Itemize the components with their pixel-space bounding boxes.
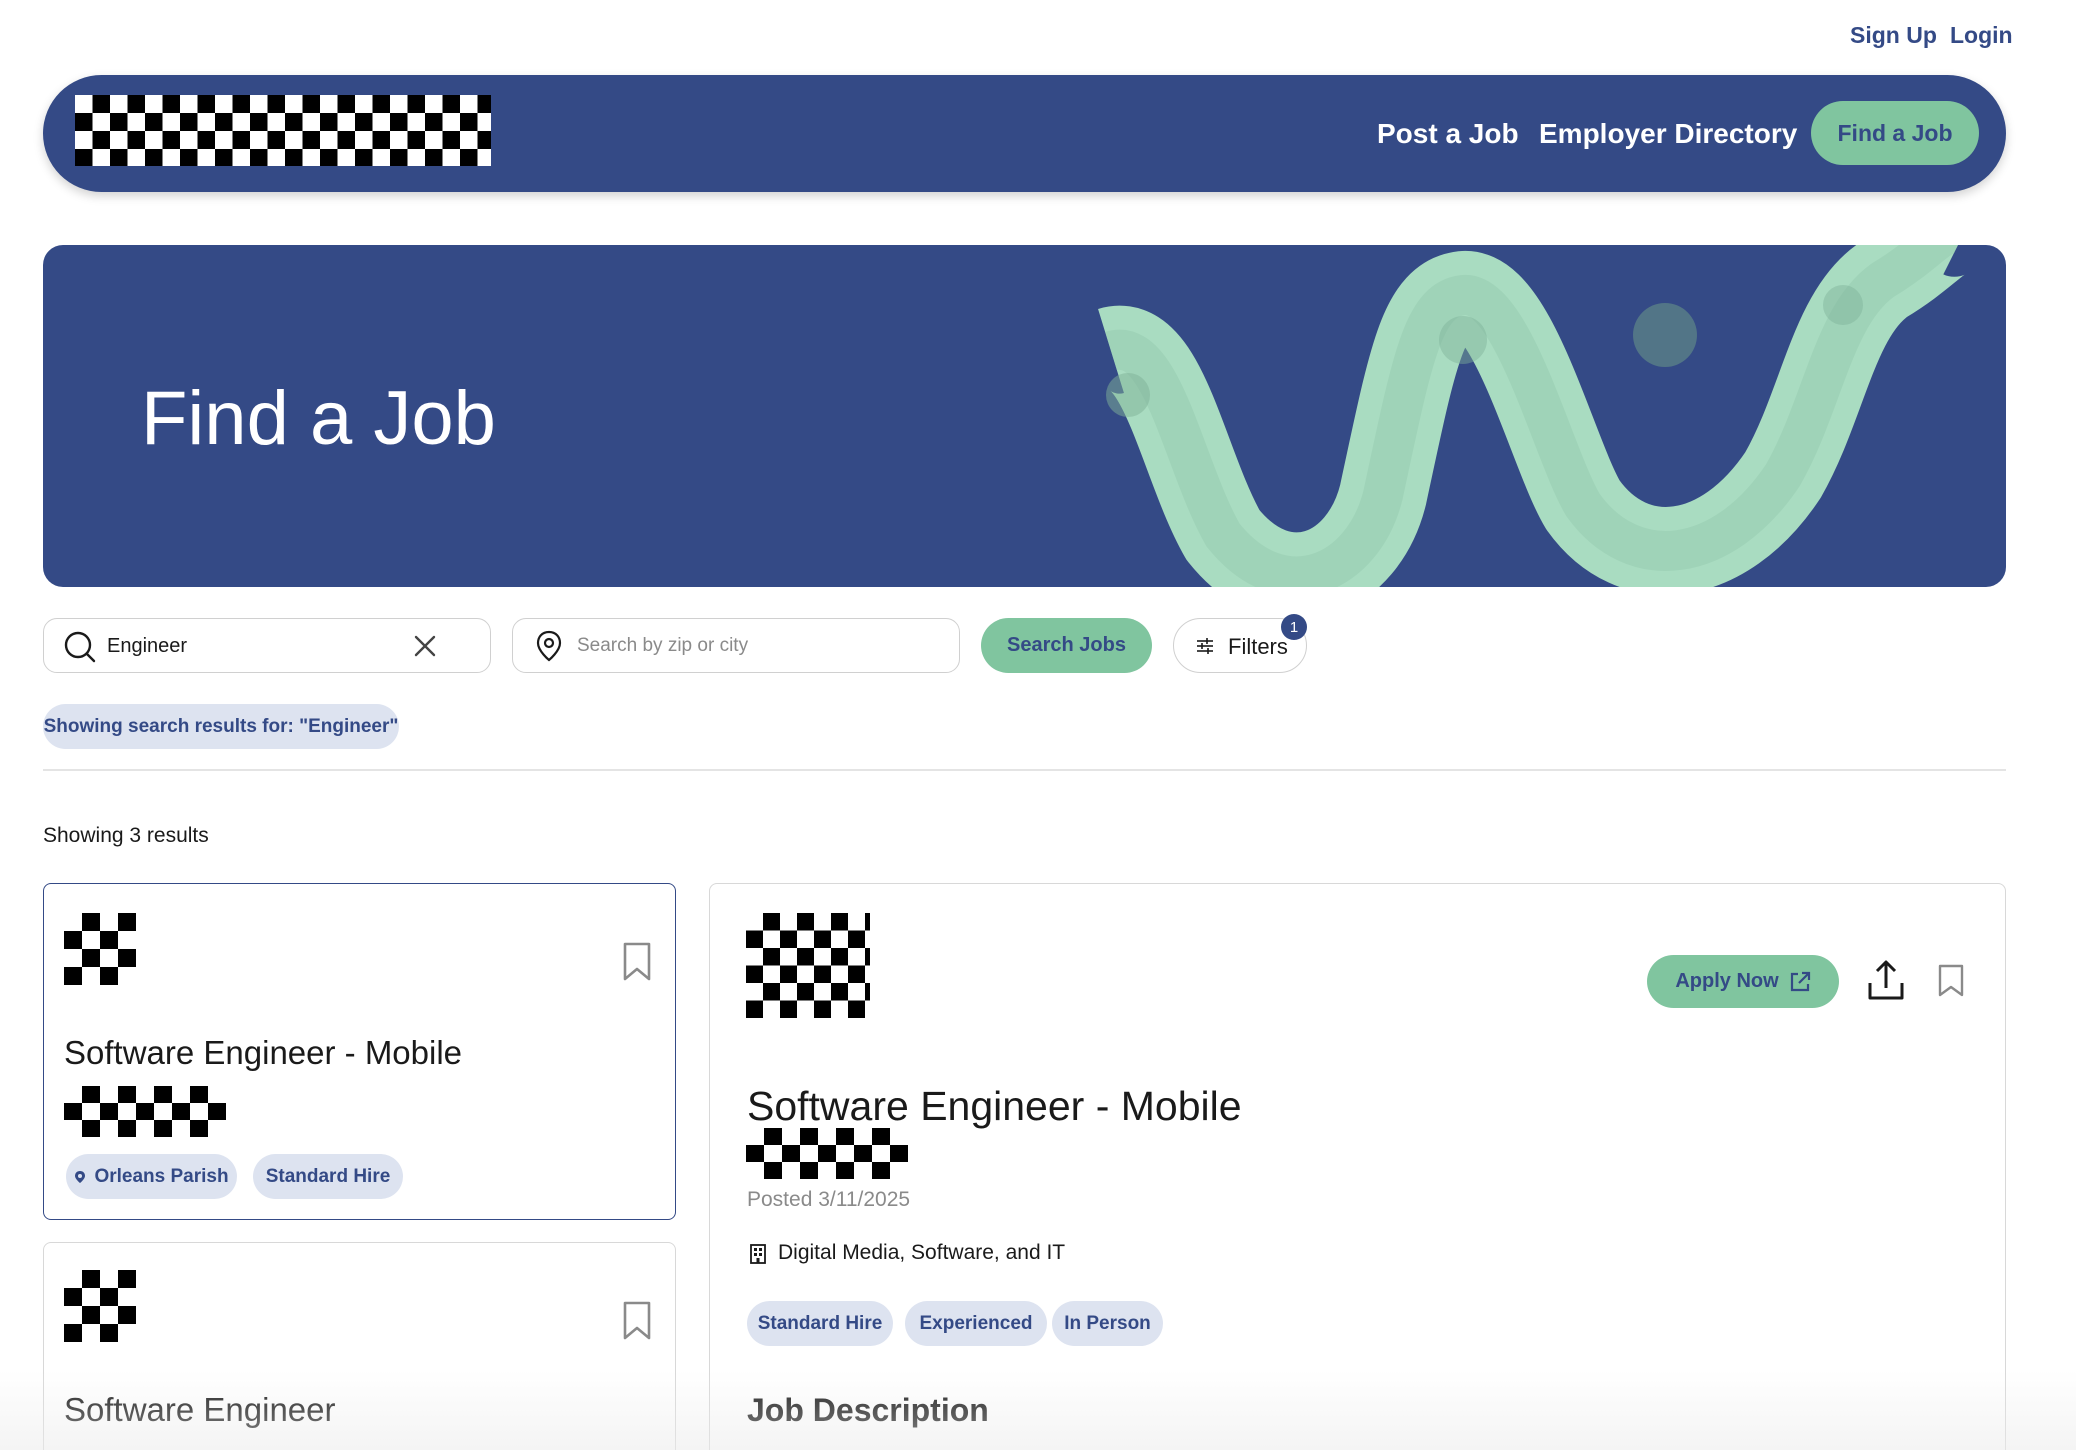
company-logo xyxy=(64,1270,136,1342)
nav-post-job[interactable]: Post a Job xyxy=(1377,118,1519,150)
bookmark-icon[interactable] xyxy=(622,1301,652,1341)
industry-label: Digital Media, Software, and IT xyxy=(778,1241,1066,1264)
search-jobs-button[interactable]: Search Jobs xyxy=(981,618,1152,673)
filters-label: Filters xyxy=(1228,634,1288,659)
location-chip: Orleans Parish xyxy=(66,1154,237,1199)
posted-date: Posted 3/11/2025 xyxy=(747,1188,911,1211)
detail-company-name-logo xyxy=(746,1128,908,1179)
bookmark-icon[interactable] xyxy=(622,942,652,982)
search-query-chip: Showing search results for: "Engineer" xyxy=(43,704,399,749)
filters-count-badge: 1 xyxy=(1281,614,1307,640)
job-card-title: Software Engineer xyxy=(64,1391,336,1428)
job-card-title: Software Engineer - Mobile xyxy=(64,1034,463,1071)
job-card[interactable]: Software Engineer xyxy=(43,1242,676,1450)
nav-employer-directory[interactable]: Employer Directory xyxy=(1539,118,1797,150)
detail-tag-chip: In Person xyxy=(1052,1301,1163,1346)
location-chip-label: Orleans Parish xyxy=(94,1165,229,1187)
job-detail-title: Software Engineer - Mobile xyxy=(747,1083,1242,1129)
share-upload-icon[interactable] xyxy=(1867,959,1905,1001)
site-logo[interactable] xyxy=(75,95,491,166)
divider xyxy=(43,769,2006,771)
hire-type-chip: Standard Hire xyxy=(253,1154,403,1199)
detail-bookmark-icon[interactable] xyxy=(1938,964,1964,998)
hero-wave-illustration xyxy=(1098,245,1968,587)
external-link-icon xyxy=(1790,971,1810,991)
keyword-search-field[interactable]: Engineer xyxy=(43,618,491,673)
job-description-heading: Job Description xyxy=(747,1392,989,1428)
location-pin-icon xyxy=(75,1170,86,1183)
location-search-field[interactable]: Search by zip or city xyxy=(512,618,960,673)
search-input[interactable]: Engineer xyxy=(107,635,187,658)
sliders-icon xyxy=(1197,638,1213,654)
clear-icon[interactable] xyxy=(414,635,436,657)
company-name-logo xyxy=(64,1086,226,1137)
results-count: Showing 3 results xyxy=(43,824,209,847)
apply-now-button[interactable]: Apply Now xyxy=(1647,955,1839,1008)
search-icon xyxy=(64,631,96,663)
job-card-selected[interactable]: Software Engineer - Mobile Orleans Paris… xyxy=(43,883,676,1220)
apply-now-label: Apply Now xyxy=(1675,970,1779,992)
hero-banner: Find a Job xyxy=(43,245,2006,587)
login-link[interactable]: Login xyxy=(1950,22,2013,49)
detail-company-logo xyxy=(746,913,870,1018)
company-logo xyxy=(64,913,136,985)
location-input[interactable]: Search by zip or city xyxy=(577,635,748,657)
detail-tag-chip: Experienced xyxy=(905,1301,1047,1346)
hero-title: Find a Job xyxy=(141,376,496,461)
detail-tag-chip: Standard Hire xyxy=(747,1301,893,1346)
signup-link[interactable]: Sign Up xyxy=(1850,22,1937,49)
building-icon xyxy=(750,1244,766,1264)
nav-find-job-button[interactable]: Find a Job xyxy=(1811,101,1979,165)
location-pin-icon xyxy=(536,630,562,662)
